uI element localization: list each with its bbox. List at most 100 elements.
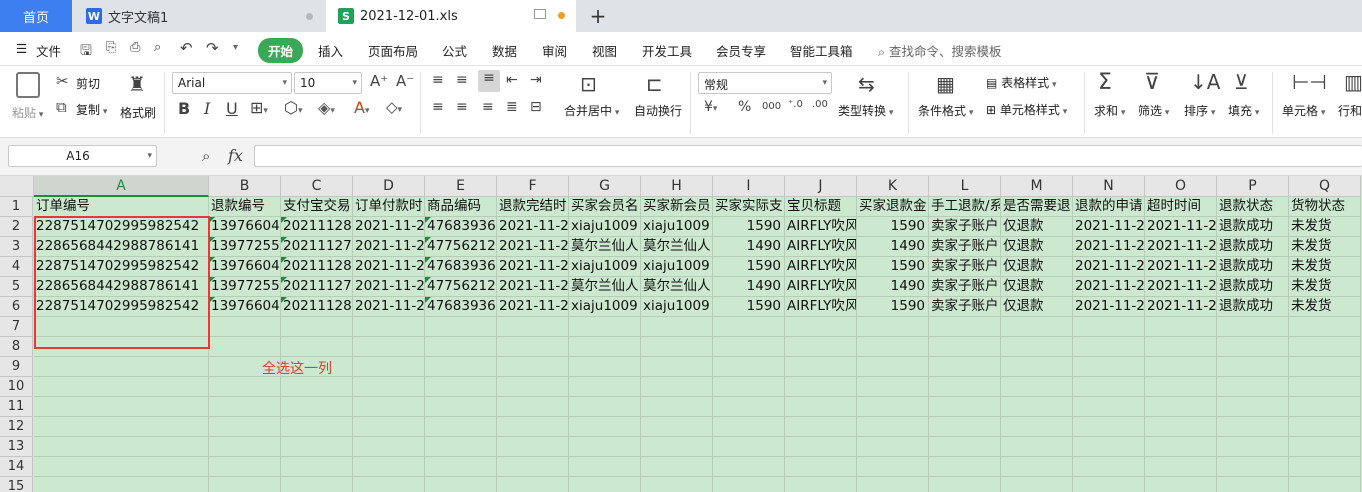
cell[interactable] (34, 477, 209, 492)
cell[interactable] (281, 377, 353, 397)
cell[interactable]: 2021112828 (281, 257, 353, 277)
cell[interactable] (641, 317, 713, 337)
row-header[interactable]: 7 (0, 317, 33, 337)
cell[interactable]: 1590 (857, 257, 929, 277)
cell[interactable]: 未发货 (1289, 257, 1361, 277)
cell[interactable]: 2286568442988786141 (34, 237, 209, 257)
cell[interactable]: 仅退款 (1001, 297, 1073, 317)
cell[interactable] (713, 397, 785, 417)
cell[interactable] (569, 377, 641, 397)
decrease-decimal-icon[interactable]: .00 (812, 99, 828, 110)
italic-icon[interactable]: I (204, 99, 210, 118)
cell[interactable] (1289, 417, 1361, 437)
bold-icon[interactable]: B (178, 99, 190, 118)
column-header-l[interactable]: L (929, 176, 1001, 197)
cell[interactable]: 2021-11-29 (1145, 237, 1217, 257)
cell[interactable]: 超时时间 (1145, 197, 1217, 217)
cell[interactable] (1145, 377, 1217, 397)
menu-review[interactable]: 审阅 (542, 41, 567, 60)
cell[interactable] (641, 477, 713, 492)
cell[interactable] (353, 377, 425, 397)
merge-center-button[interactable]: 合并居中 ▾ (564, 102, 619, 119)
cell[interactable]: 2021-11-29 (1145, 297, 1217, 317)
cell[interactable]: 手工退款/系 (929, 197, 1001, 217)
column-header-i[interactable]: I (713, 176, 785, 197)
cell[interactable] (857, 397, 929, 417)
cell[interactable] (1289, 377, 1361, 397)
cell[interactable] (569, 437, 641, 457)
cell[interactable]: 2021-11-28 (1073, 217, 1145, 237)
tab-spreadsheet[interactable]: S 2021-12-01.xls (326, 0, 576, 32)
cell[interactable] (929, 317, 1001, 337)
align-center-icon[interactable]: ≡ (456, 99, 468, 115)
column-header-p[interactable]: P (1217, 176, 1289, 197)
cell[interactable]: 莫尔兰仙人 (569, 237, 641, 257)
cell[interactable]: 未发货 (1289, 237, 1361, 257)
column-header-d[interactable]: D (353, 176, 425, 197)
cell[interactable] (425, 477, 497, 492)
cell[interactable] (1289, 337, 1361, 357)
cell[interactable] (34, 317, 209, 337)
preview-icon[interactable]: ⌕ (154, 40, 161, 55)
cell[interactable] (857, 437, 929, 457)
cell[interactable] (34, 357, 209, 377)
row-header[interactable]: 3 (0, 237, 33, 257)
cell[interactable]: 1590 (857, 297, 929, 317)
save-icon[interactable]: 🖫 (80, 40, 92, 64)
new-tab-button[interactable]: + (588, 0, 608, 32)
cell[interactable] (785, 377, 857, 397)
cell[interactable]: 1490 (857, 237, 929, 257)
cell[interactable]: 1590 (713, 257, 785, 277)
cell[interactable]: 商品编码 (425, 197, 497, 217)
menu-insert[interactable]: 插入 (318, 41, 343, 60)
cell[interactable]: 2021-11-28 (497, 217, 569, 237)
cell-button[interactable]: 单元格 ▾ (1282, 102, 1325, 119)
cell[interactable]: 是否需要退 (1001, 197, 1073, 217)
increase-decimal-icon[interactable]: ⁺.0 (788, 99, 803, 110)
cell[interactable]: AIRFLY吹风 (785, 237, 857, 257)
cell[interactable] (1289, 457, 1361, 477)
cell[interactable] (713, 337, 785, 357)
menu-formula[interactable]: 公式 (442, 41, 467, 60)
cell[interactable]: 1590 (713, 217, 785, 237)
decrease-indent-icon[interactable]: ⇤ (506, 72, 518, 88)
table-style-button[interactable]: ▤ 表格样式 ▾ (986, 74, 1057, 91)
cell[interactable] (1001, 317, 1073, 337)
cell[interactable]: 2287514702995982542 (34, 257, 209, 277)
cell[interactable] (929, 437, 1001, 457)
cell[interactable] (1073, 437, 1145, 457)
name-box[interactable]: A16 ▾ (8, 145, 157, 167)
clear-format-icon[interactable]: ◇▾ (386, 98, 402, 116)
cell[interactable]: 2021-11-28 (1073, 237, 1145, 257)
convert-type-button[interactable]: 类型转换 ▾ (838, 102, 893, 119)
cell[interactable] (425, 437, 497, 457)
cell[interactable] (425, 397, 497, 417)
cell[interactable] (1145, 317, 1217, 337)
column-header-o[interactable]: O (1145, 176, 1217, 197)
cell[interactable] (281, 437, 353, 457)
cell[interactable] (641, 417, 713, 437)
cell[interactable]: 莫尔兰仙人 (641, 277, 713, 297)
cell[interactable]: 2021-11-28 (1073, 277, 1145, 297)
increase-font-icon[interactable]: A⁺ (370, 72, 388, 90)
cell[interactable] (1073, 477, 1145, 492)
row-header[interactable]: 15 (0, 477, 33, 492)
zoom-icon[interactable]: ⌕ (202, 147, 210, 165)
cell[interactable] (1217, 337, 1289, 357)
cell[interactable]: 买家实际支 (713, 197, 785, 217)
export-icon[interactable]: ⎘ (106, 40, 116, 55)
cell[interactable] (1289, 357, 1361, 377)
cell[interactable] (1145, 477, 1217, 492)
cell[interactable]: 莫尔兰仙人 (569, 277, 641, 297)
column-header-e[interactable]: E (425, 176, 497, 197)
column-header-b[interactable]: B (209, 176, 281, 197)
cell[interactable]: 支付宝交易 (281, 197, 353, 217)
cell[interactable] (785, 437, 857, 457)
cell[interactable] (353, 337, 425, 357)
row-header[interactable]: 1 (0, 197, 33, 217)
cell[interactable] (569, 357, 641, 377)
cell[interactable] (857, 377, 929, 397)
filter-button[interactable]: 筛选 ▾ (1138, 102, 1169, 119)
cell[interactable] (353, 477, 425, 492)
column-header-n[interactable]: N (1073, 176, 1145, 197)
